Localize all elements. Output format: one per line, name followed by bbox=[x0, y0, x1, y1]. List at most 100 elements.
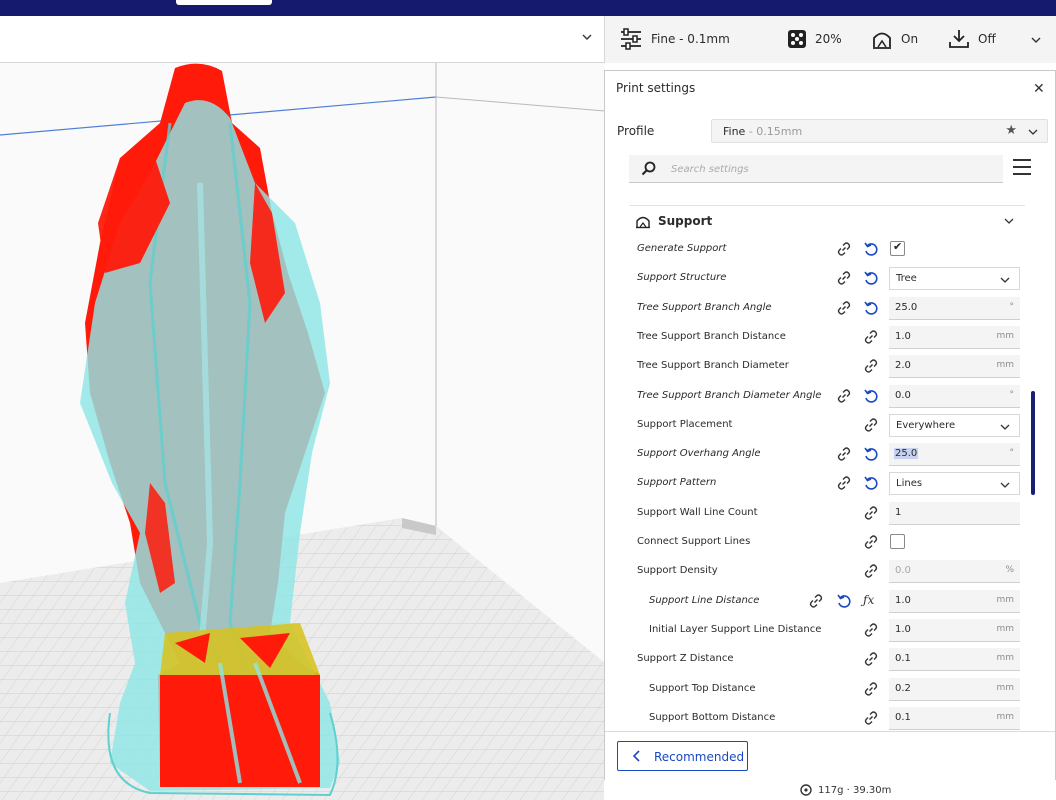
setting-label: Support Overhang Angle bbox=[637, 448, 761, 460]
setting-checkbox[interactable]: ✔ bbox=[890, 240, 905, 256]
setting-input[interactable]: 1.0 mm bbox=[889, 325, 1020, 349]
setting-dropdown[interactable]: Lines bbox=[889, 472, 1020, 496]
link-icon[interactable] bbox=[863, 505, 879, 524]
setting-input[interactable]: 1.0 mm bbox=[889, 589, 1020, 613]
link-icon[interactable] bbox=[836, 270, 852, 289]
link-icon[interactable] bbox=[863, 651, 879, 670]
chevron-left-icon bbox=[632, 750, 640, 762]
category-support[interactable]: Support bbox=[605, 205, 1025, 235]
print-setup-selector[interactable]: Fine - 0.1mm 20% On Off bbox=[605, 16, 1056, 63]
input-value: 1.0 bbox=[895, 330, 911, 342]
print-estimate-bar: 117g · 39.30m bbox=[604, 780, 1056, 800]
setting-input[interactable]: 1.0 mm bbox=[889, 618, 1020, 642]
input-value: 0.0 bbox=[895, 565, 911, 577]
adhesion-indicator[interactable]: Off bbox=[948, 27, 996, 51]
link-icon[interactable] bbox=[863, 417, 879, 436]
chevron-down-icon[interactable] bbox=[1029, 33, 1043, 47]
dropdown-value: Tree bbox=[896, 273, 917, 285]
link-icon[interactable] bbox=[863, 710, 879, 729]
setting-input[interactable]: 25.0 ° bbox=[889, 296, 1020, 320]
setting-label: Tree Support Branch Diameter Angle bbox=[637, 389, 822, 401]
setting-input[interactable]: 1 bbox=[889, 501, 1020, 525]
link-icon[interactable] bbox=[836, 475, 852, 494]
unit-label: mm bbox=[996, 623, 1014, 634]
setting-dropdown[interactable]: Tree bbox=[889, 267, 1020, 291]
setting-row: Support Pattern Lines bbox=[605, 469, 1055, 498]
chevron-down-icon bbox=[999, 479, 1011, 494]
settings-list[interactable]: Support Generate Support ✔ Support Structu… bbox=[605, 191, 1055, 731]
reset-icon[interactable] bbox=[863, 388, 879, 407]
support-icon bbox=[873, 32, 891, 49]
3d-viewport[interactable] bbox=[0, 63, 605, 800]
setting-row: Initial Layer Support Line Distance 1.0 mm bbox=[605, 616, 1055, 645]
reset-icon[interactable] bbox=[863, 270, 879, 289]
link-icon[interactable] bbox=[863, 358, 879, 377]
setting-label: Support Pattern bbox=[637, 477, 717, 489]
link-icon[interactable] bbox=[836, 241, 852, 260]
input-value: 25.0 bbox=[894, 448, 919, 460]
setting-label: Support Wall Line Count bbox=[637, 506, 758, 518]
setting-row: Support Bottom Distance 0.1 mm bbox=[605, 704, 1055, 731]
unit-label: mm bbox=[996, 594, 1014, 605]
link-icon[interactable] bbox=[863, 563, 879, 582]
setting-input[interactable]: 2.0 mm bbox=[889, 355, 1020, 379]
link-icon[interactable] bbox=[863, 622, 879, 641]
support-indicator[interactable]: On bbox=[871, 27, 918, 51]
unit-label: mm bbox=[996, 711, 1014, 722]
link-icon[interactable] bbox=[836, 300, 852, 319]
setting-row: Support Placement Everywhere bbox=[605, 411, 1055, 440]
adhesion-icon bbox=[949, 30, 969, 48]
infill-indicator[interactable]: 20% bbox=[787, 27, 842, 51]
setting-input[interactable]: 0.2 mm bbox=[889, 677, 1020, 701]
sliders-icon bbox=[621, 28, 641, 50]
setting-row: Connect Support Lines bbox=[605, 528, 1055, 557]
formula-icon[interactable]: ƒx bbox=[863, 593, 874, 607]
quality-selector[interactable]: Fine - 0.1mm bbox=[619, 27, 730, 51]
input-value: 1.0 bbox=[895, 594, 911, 606]
setting-row: Support Line Distance ƒx 1.0 mm bbox=[605, 587, 1055, 616]
chevron-down-icon[interactable] bbox=[580, 30, 594, 44]
reset-icon[interactable] bbox=[863, 241, 879, 260]
marketplace-tab[interactable] bbox=[176, 0, 272, 5]
link-icon[interactable] bbox=[863, 534, 879, 553]
panel-title: Print settings bbox=[616, 81, 696, 95]
scrollbar[interactable] bbox=[1031, 391, 1035, 495]
close-icon[interactable]: ✕ bbox=[1033, 81, 1045, 97]
build-plate-scene[interactable] bbox=[0, 63, 605, 800]
link-icon[interactable] bbox=[863, 681, 879, 700]
star-icon[interactable]: ★ bbox=[1005, 123, 1017, 138]
reset-icon[interactable] bbox=[836, 593, 852, 612]
profile-dropdown[interactable]: Fine - 0.15mm ★ bbox=[711, 119, 1048, 143]
setting-dropdown[interactable]: Everywhere bbox=[889, 413, 1020, 437]
setting-input[interactable]: 0.0 ° bbox=[889, 384, 1020, 408]
reset-icon[interactable] bbox=[863, 300, 879, 319]
reset-icon[interactable] bbox=[863, 446, 879, 465]
search-input[interactable]: Search settings bbox=[629, 155, 1003, 183]
material-estimate: 117g · 39.30m bbox=[818, 784, 892, 796]
recommended-button[interactable]: Recommended bbox=[617, 741, 748, 771]
support-value: On bbox=[901, 32, 919, 46]
setting-row: Tree Support Branch Diameter Angle 0.0 ° bbox=[605, 382, 1055, 411]
setting-label: Generate Support bbox=[637, 243, 727, 254]
search-icon bbox=[641, 161, 656, 176]
link-icon[interactable] bbox=[836, 388, 852, 407]
setting-checkbox[interactable] bbox=[890, 534, 905, 549]
chevron-down-icon bbox=[999, 421, 1011, 436]
setting-input[interactable]: 25.0 ° bbox=[889, 443, 1020, 467]
link-icon[interactable] bbox=[863, 329, 879, 348]
adhesion-value: Off bbox=[978, 32, 996, 46]
dropdown-value: Lines bbox=[896, 478, 923, 490]
link-icon[interactable] bbox=[836, 446, 852, 465]
input-value: 0.2 bbox=[895, 682, 911, 694]
recommended-label: Recommended bbox=[654, 750, 745, 764]
setting-input[interactable]: 0.1 mm bbox=[889, 706, 1020, 730]
setting-input[interactable]: 0.1 mm bbox=[889, 648, 1020, 672]
settings-menu-icon[interactable] bbox=[1013, 159, 1031, 175]
link-icon[interactable] bbox=[808, 593, 824, 612]
reset-icon[interactable] bbox=[863, 475, 879, 494]
setting-label: Tree Support Branch Diameter bbox=[637, 360, 789, 372]
setting-row: Support Density 0.0% bbox=[605, 557, 1055, 586]
setting-label: Support Bottom Distance bbox=[649, 711, 776, 723]
setting-label: Support Top Distance bbox=[649, 682, 756, 694]
setting-input[interactable]: 0.0% bbox=[889, 560, 1020, 584]
